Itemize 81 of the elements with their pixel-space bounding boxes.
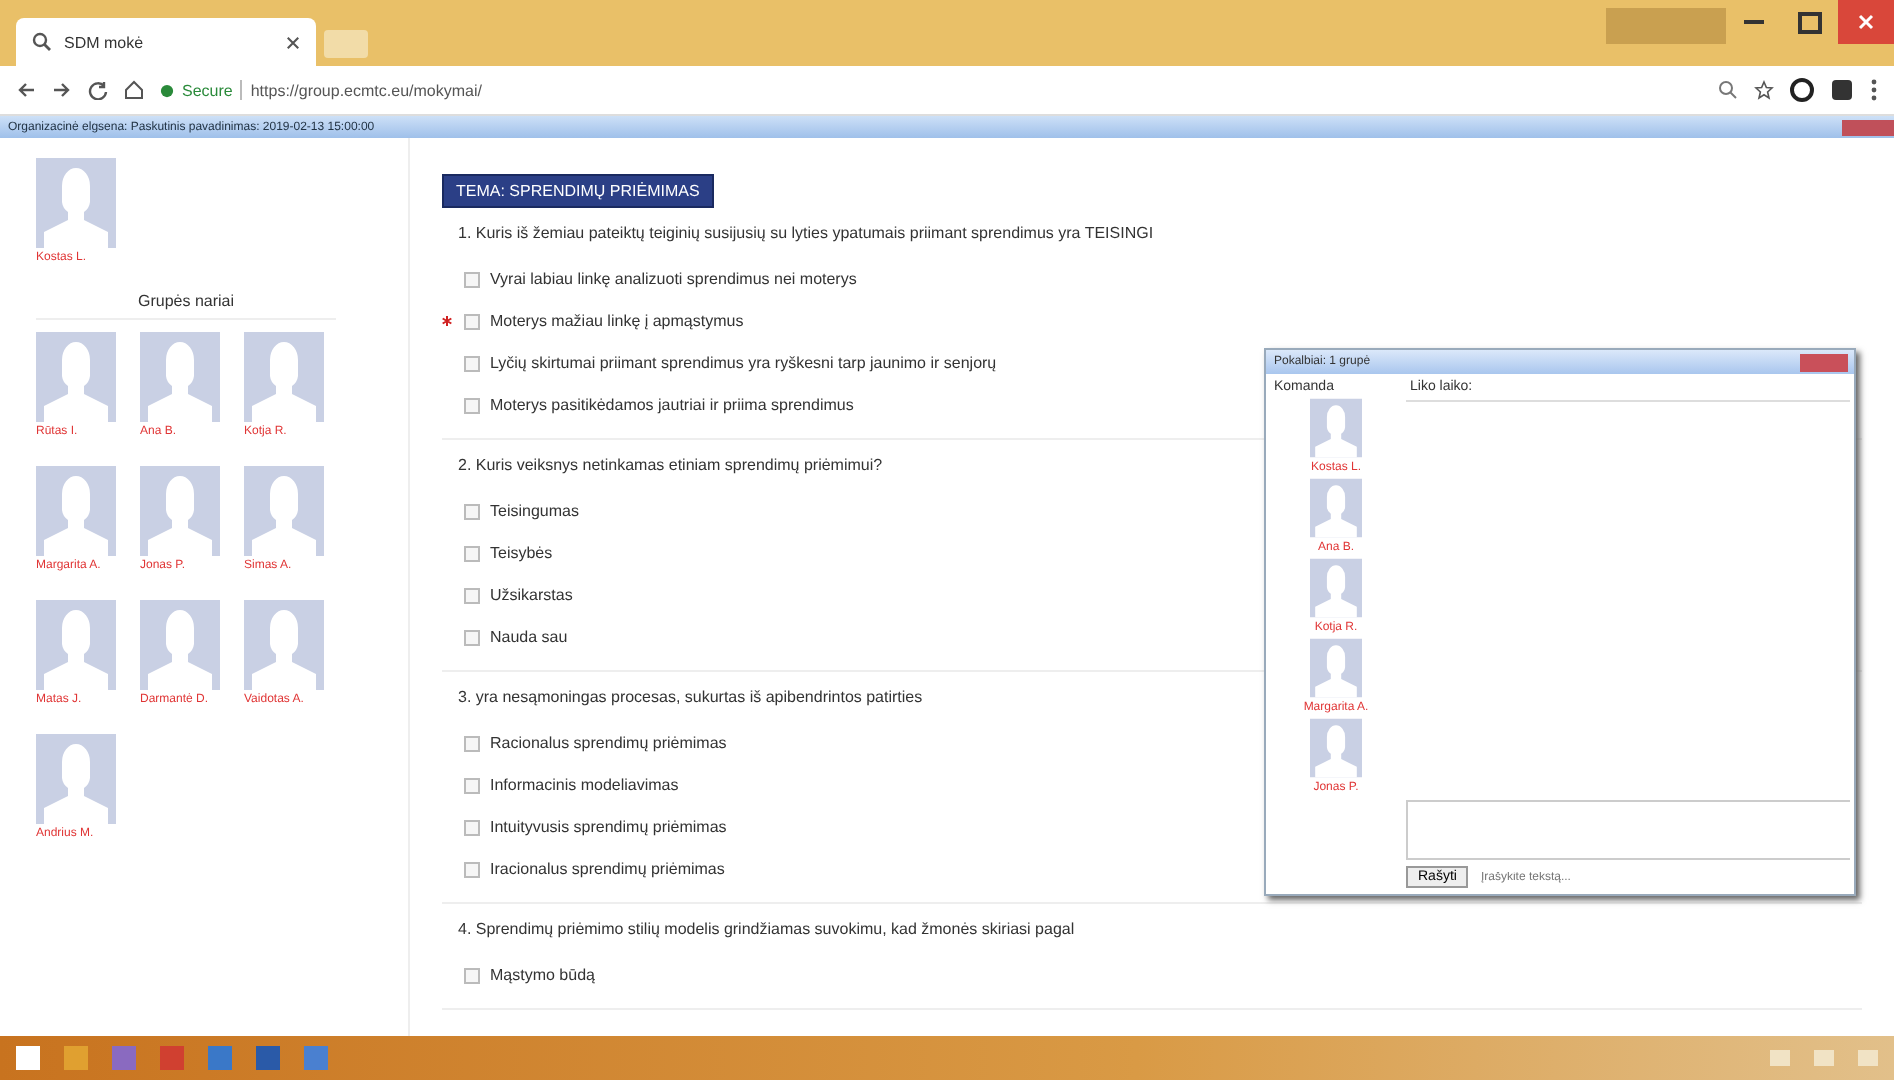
avatar-silhouette (244, 332, 324, 422)
url-text: https://group.ecmtc.eu/mokymai/ (250, 81, 482, 99)
option-label[interactable]: Iracionalus sprendimų priėmimas (490, 860, 725, 878)
option-label[interactable]: Užsikarstas (490, 586, 573, 604)
checkbox[interactable] (464, 735, 480, 751)
question-text: 2. Kuris veiksnys netinkamas etiniam sprendimų priėmimui? (458, 456, 883, 474)
avatar-silhouette (1309, 638, 1362, 698)
avatar-silhouette (1310, 478, 1362, 538)
option-label[interactable]: Moterys pasitikėdamos jautriai ir priima sprendimus (490, 396, 854, 414)
checkbox[interactable] (464, 271, 480, 287)
close-button[interactable] (1800, 353, 1848, 371)
checkbox[interactable] (464, 861, 480, 877)
checkbox[interactable] (464, 503, 480, 519)
close-icon (1858, 14, 1874, 30)
avatar-silhouette (1310, 398, 1362, 458)
option-label[interactable]: Teisingumas (490, 502, 579, 520)
avatar-silhouette (36, 158, 116, 248)
avatar-silhouette (1310, 718, 1362, 778)
lock-icon (160, 83, 174, 97)
extension-icon[interactable] (1790, 78, 1814, 102)
checkbox[interactable] (464, 587, 480, 603)
search-icon (32, 32, 52, 52)
menu-icon[interactable] (1870, 78, 1878, 102)
avatar-silhouette (244, 600, 324, 690)
start-icon[interactable] (16, 1046, 40, 1070)
avatar-silhouette (36, 734, 116, 824)
avatar-silhouette (140, 600, 220, 690)
question-text: 4. Sprendimų priėmimo stilių modelis grindžiamas suvokimu, kad žmonės skiriasi pagal (458, 920, 1075, 938)
option-label[interactable]: Teisybės (490, 544, 553, 562)
option-label[interactable]: Intuityvusis sprendimų priėmimas (490, 818, 727, 836)
secure-label: Secure (182, 81, 233, 99)
reload-icon[interactable] (88, 80, 108, 100)
zoom-icon[interactable] (1718, 80, 1738, 100)
address-field[interactable]: Secure https://group.ecmtc.eu/mokymai/ (160, 72, 1702, 108)
system-tray-icon[interactable] (1770, 1050, 1790, 1066)
question-text: 3. yra nesąmoningas procesas, sukurtas iš apibendrintos patirties (458, 688, 923, 706)
close-button[interactable] (1838, 0, 1894, 44)
question-text: 1. Kuris iš žemiau pateiktų teiginių susijusių su lyties ypatumais priimant sprendimus yra TEISINGI (458, 224, 1154, 242)
checkbox[interactable] (464, 819, 480, 835)
checkbox[interactable] (464, 629, 480, 645)
close-icon[interactable] (286, 35, 300, 49)
forward-icon[interactable] (52, 80, 72, 100)
option-label[interactable]: Mąstymo būdą (490, 966, 595, 984)
message-area[interactable] (1406, 800, 1850, 860)
checkbox[interactable] (464, 397, 480, 413)
avatar-silhouette (140, 332, 220, 422)
app-icon[interactable] (112, 1046, 136, 1070)
checkbox[interactable] (464, 777, 480, 793)
checkbox[interactable] (464, 967, 480, 983)
checkbox[interactable] (464, 545, 480, 561)
avatar-silhouette (244, 466, 324, 556)
avatar-silhouette (36, 466, 116, 556)
app-icon[interactable] (304, 1046, 328, 1070)
topic-banner: TEMA: SPRENDIMŲ PRIĖMIMAS (442, 174, 714, 208)
option-label[interactable]: Racionalus sprendimų priėmimas (490, 734, 727, 752)
new-tab-button[interactable] (324, 30, 368, 58)
back-icon[interactable] (16, 80, 36, 100)
option-label[interactable]: Informacinis modeliavimas (490, 776, 679, 794)
app-icon[interactable] (208, 1046, 232, 1070)
system-tray-icon[interactable] (1858, 1050, 1878, 1066)
tab-title: SDM mokė (64, 33, 146, 51)
home-icon[interactable] (124, 80, 144, 100)
browser-tab[interactable]: SDM mokė (16, 18, 316, 66)
checkbox[interactable] (464, 313, 480, 329)
app-icon[interactable] (256, 1046, 280, 1070)
app-icon[interactable] (160, 1046, 184, 1070)
exit-button[interactable] (1842, 119, 1894, 135)
avatar-silhouette (36, 332, 116, 422)
extension-icon[interactable] (1830, 78, 1854, 102)
avatar-silhouette (1310, 558, 1362, 618)
option-label[interactable]: Moterys mažiau linkę į apmąstymus (490, 312, 744, 330)
avatar-silhouette (140, 466, 220, 556)
option-label[interactable]: Nauda sau (490, 628, 568, 646)
star-icon[interactable] (1754, 80, 1774, 100)
option-label[interactable]: Lyčių skirtumai priimant sprendimus yra ryškesni tarp jaunimo ir senjorų (490, 354, 997, 372)
group-heading: Grupės nariai (36, 292, 336, 320)
option-label[interactable]: Vyrai labiau linkę analizuoti sprendimus nei moterys (490, 270, 857, 288)
avatar-silhouette (36, 600, 116, 690)
browser-icon[interactable] (64, 1046, 88, 1070)
system-tray-icon[interactable] (1814, 1050, 1834, 1066)
checkbox[interactable] (464, 355, 480, 371)
